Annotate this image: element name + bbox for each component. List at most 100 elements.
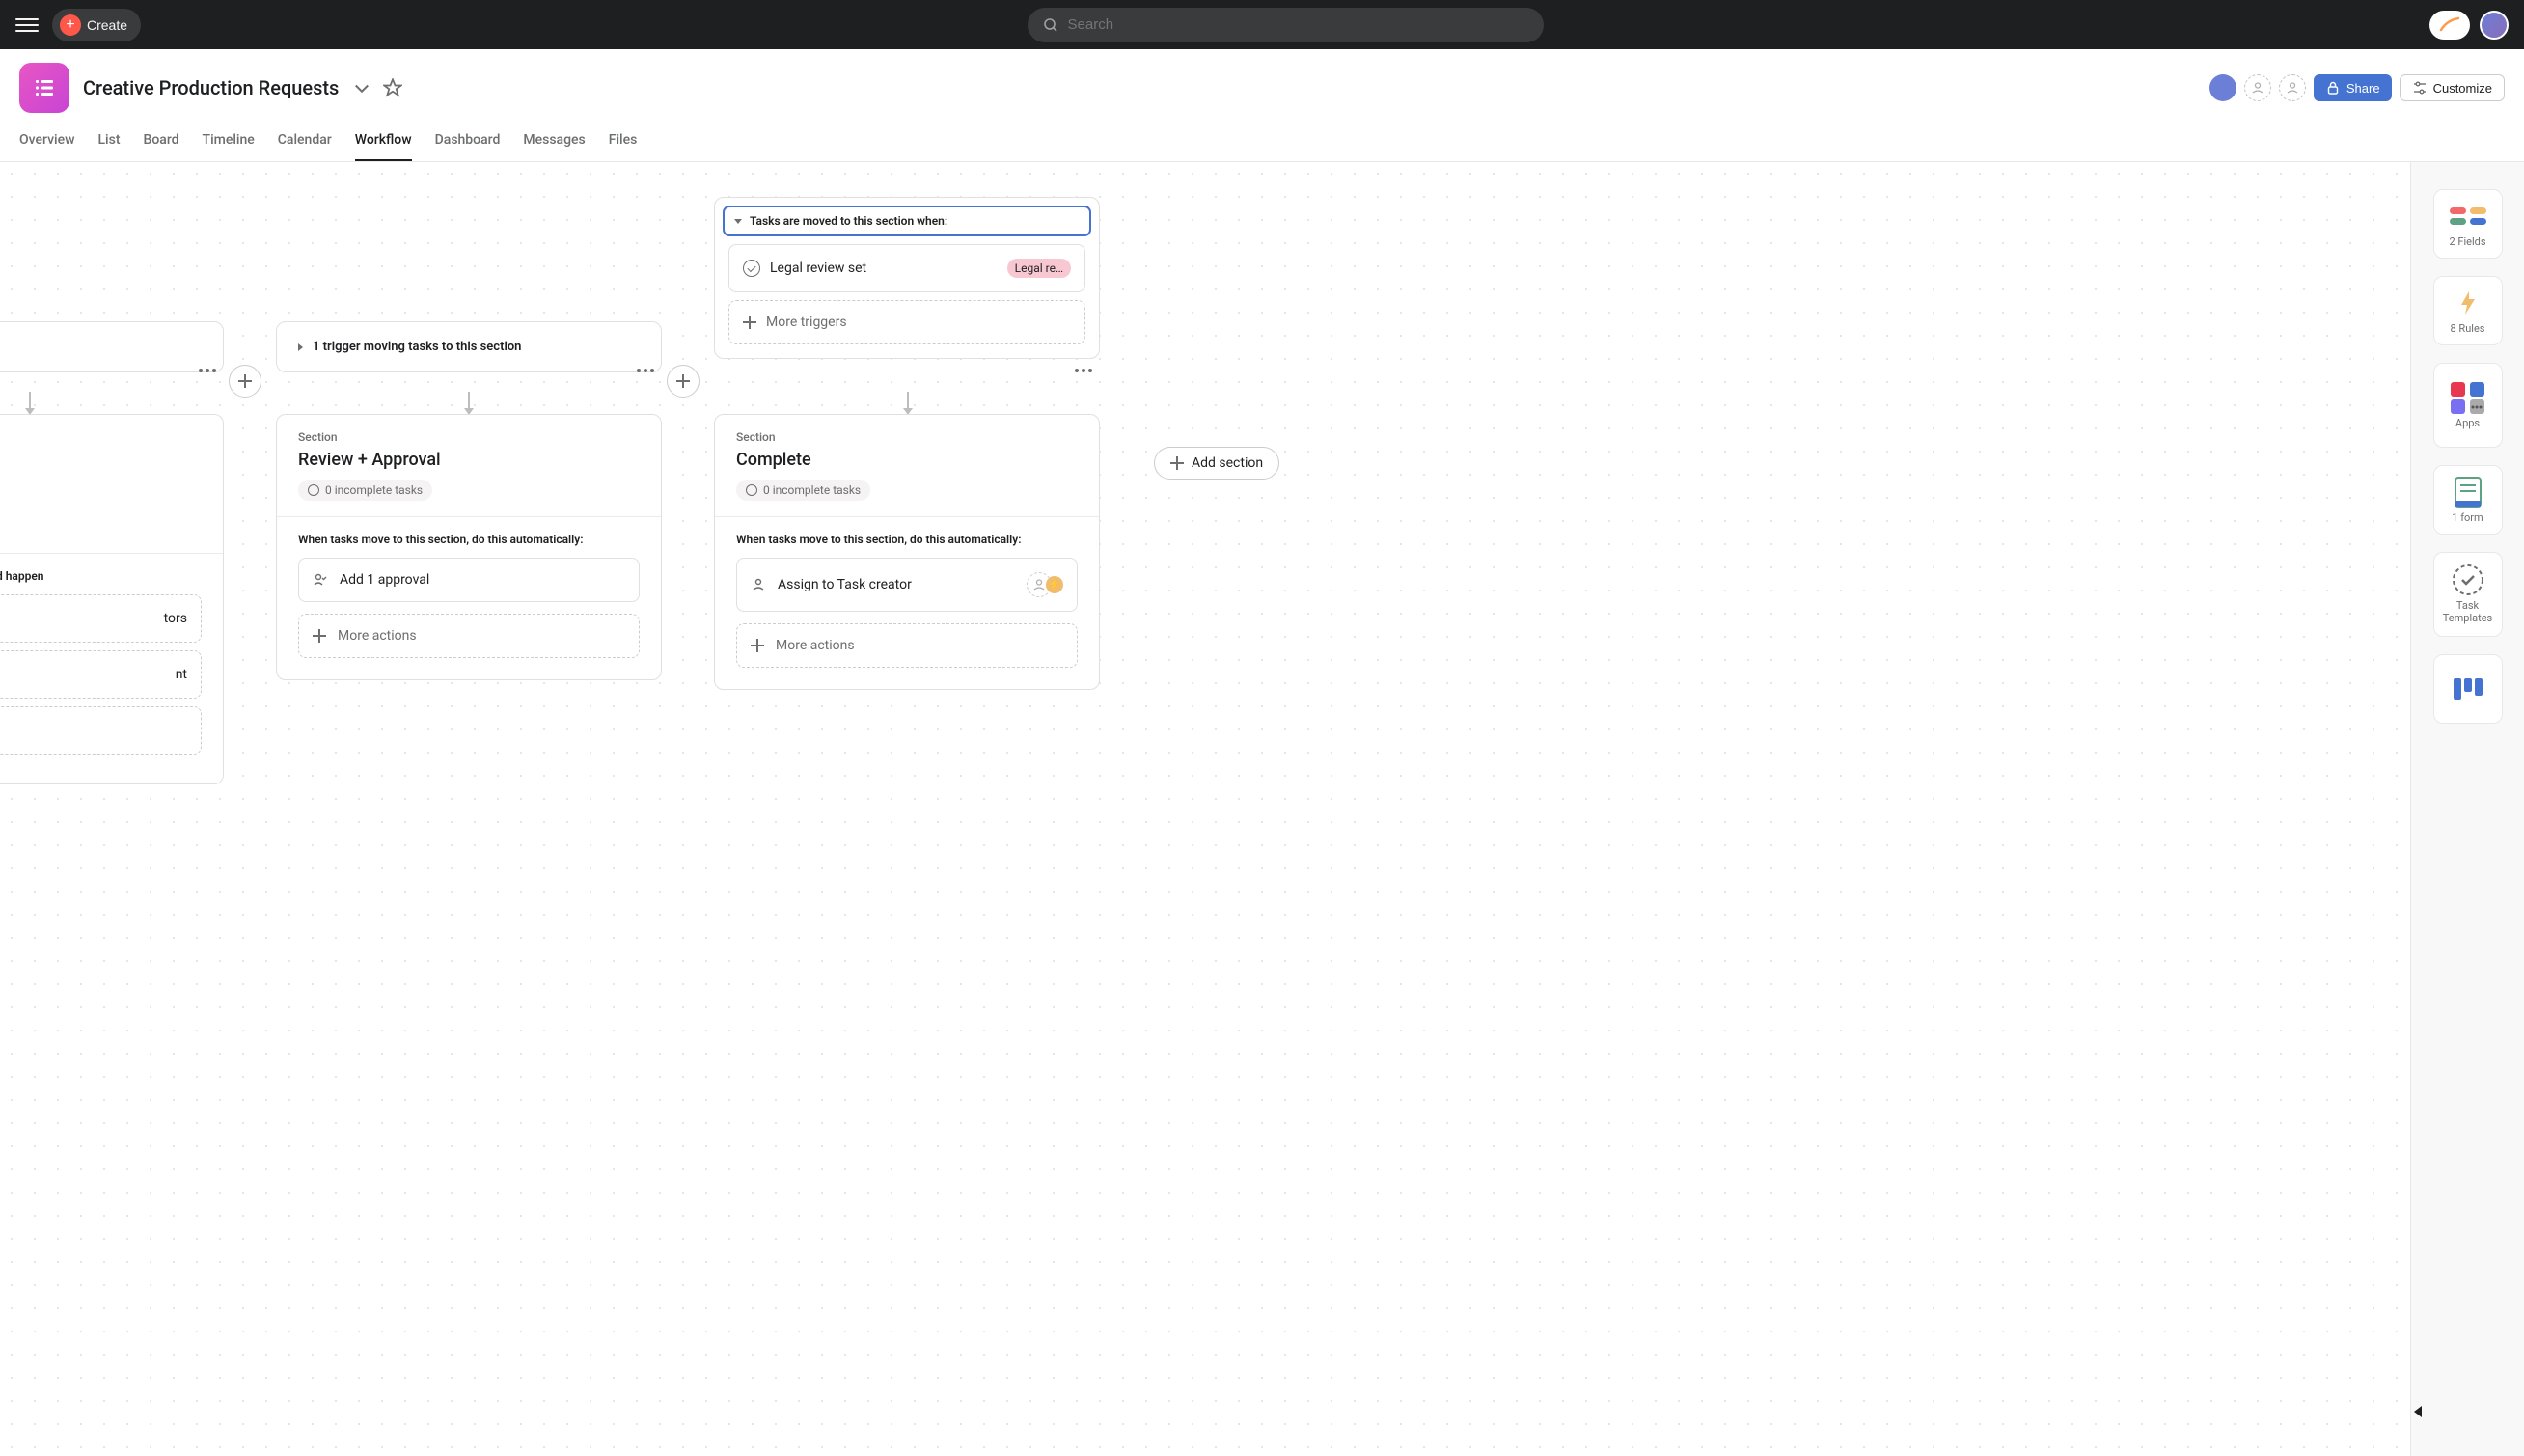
plus-icon: [1170, 456, 1184, 470]
plus-icon: [751, 639, 764, 652]
tab-workflow[interactable]: Workflow: [355, 123, 412, 161]
more-triggers-button[interactable]: More triggers: [728, 300, 1085, 344]
section-more-icon[interactable]: [1072, 369, 1095, 372]
list-icon: [32, 75, 57, 100]
chevron-right-icon: [298, 343, 303, 351]
create-label: Create: [87, 17, 127, 33]
fields-icon: [2450, 201, 2486, 232]
member-avatar[interactable]: [2209, 74, 2236, 101]
search-wrap: [154, 8, 2416, 42]
add-section-before-button[interactable]: [229, 365, 261, 398]
tab-calendar[interactable]: Calendar: [278, 123, 332, 161]
share-label: Share: [2346, 81, 2380, 96]
search-icon: [1043, 17, 1058, 33]
trigger-card-complete[interactable]: Tasks are moved to this section when: Le…: [714, 197, 1100, 359]
section-more-icon[interactable]: [196, 369, 219, 372]
when-text-partial: s section, what should happen: [0, 569, 202, 583]
tab-list[interactable]: List: [97, 123, 120, 161]
tab-timeline[interactable]: Timeline: [203, 123, 255, 161]
trigger-header-text: Tasks are moved to this section when:: [750, 214, 947, 228]
upgrade-pill[interactable]: [2429, 11, 2470, 40]
task-count-badge: 0 incomplete tasks: [298, 480, 432, 501]
check-circle-icon: [743, 260, 760, 277]
topbar-right: [2429, 11, 2509, 40]
project-tabs: Overview List Board Timeline Calendar Wo…: [19, 123, 2505, 161]
rail-fields[interactable]: 2 Fields: [2433, 189, 2503, 259]
tab-files[interactable]: Files: [609, 123, 638, 161]
rail-rules[interactable]: 8 Rules: [2433, 276, 2503, 345]
more-actions-label: More actions: [338, 628, 417, 644]
partial-row-1[interactable]: tors: [0, 594, 202, 643]
add-member-icon[interactable]: [2244, 74, 2271, 101]
user-avatar[interactable]: [2480, 11, 2509, 40]
customize-label: Customize: [2433, 81, 2492, 96]
star-icon[interactable]: [383, 78, 402, 97]
section-card-complete[interactable]: Section Complete 0 incomplete tasks When…: [714, 414, 1100, 690]
section-label: Section: [736, 430, 776, 444]
plus-icon: [313, 629, 326, 643]
rail-form[interactable]: 1 form: [2433, 465, 2503, 535]
trigger-header[interactable]: Tasks are moved to this section when:: [723, 206, 1091, 236]
section-title-complete: Complete: [715, 448, 1099, 480]
rail-apps-label: Apps: [2455, 417, 2480, 429]
arrow-icon: [29, 392, 31, 409]
project-title: Creative Production Requests: [83, 76, 339, 99]
incomplete-icon: [746, 484, 757, 496]
share-button[interactable]: Share: [2314, 74, 2392, 101]
add-section-before-button[interactable]: [667, 365, 700, 398]
lock-icon: [2325, 80, 2341, 96]
when-text: When tasks move to this section, do this…: [736, 533, 1078, 546]
rail-templates[interactable]: Task Templates: [2433, 552, 2503, 637]
partial-row-2[interactable]: nt: [0, 650, 202, 699]
rule-row[interactable]: Legal review set Legal re…: [728, 244, 1085, 292]
create-button[interactable]: + Create: [52, 9, 141, 41]
plus-icon: +: [60, 14, 81, 36]
more-actions-label: More actions: [776, 638, 855, 653]
add-member-icon-2[interactable]: [2279, 74, 2306, 101]
templates-icon: [2452, 564, 2484, 595]
rail-fields-label: 2 Fields: [2449, 235, 2485, 248]
person-icon: [751, 577, 766, 592]
add-section-button[interactable]: Add section: [1154, 447, 1279, 480]
person-icon: [2286, 81, 2299, 95]
tab-board[interactable]: Board: [143, 123, 178, 161]
sparkle-icon: [2439, 16, 2460, 34]
rail-extra[interactable]: [2433, 654, 2503, 724]
trigger-card-review[interactable]: 1 trigger moving tasks to this section: [276, 321, 662, 372]
rail-templates-label: Task Templates: [2438, 599, 2498, 624]
workflow-canvas[interactable]: asks to this section 1 trigger moving ta…: [0, 162, 2524, 1456]
chevron-down-icon[interactable]: [352, 78, 371, 97]
action-assign[interactable]: Assign to Task creator ⚡: [736, 558, 1078, 612]
trigger-mid-text: 1 trigger moving tasks to this section: [313, 340, 521, 354]
rail-rules-label: 8 Rules: [2451, 322, 2485, 335]
project-icon: [19, 63, 69, 113]
section-card-review[interactable]: Section Review + Approval 0 incomplete t…: [276, 414, 662, 680]
section-card-partial[interactable]: s s section, what should happen tors nt: [0, 414, 224, 784]
search-field[interactable]: [1028, 8, 1544, 42]
trigger-card-partial[interactable]: asks to this section: [0, 321, 224, 372]
partial-row-3[interactable]: [0, 706, 202, 755]
rail-form-label: 1 form: [2452, 511, 2483, 524]
tab-messages[interactable]: Messages: [523, 123, 585, 161]
apps-icon: [2449, 382, 2487, 413]
section-more-icon[interactable]: [634, 369, 657, 372]
menu-toggle[interactable]: [15, 14, 39, 37]
plus-icon: [238, 374, 252, 388]
bolt-icon: [2457, 288, 2479, 318]
task-count-badge: 0 incomplete tasks: [736, 480, 870, 501]
arrow-icon: [907, 392, 909, 409]
search-input[interactable]: [1068, 16, 1528, 33]
customize-button[interactable]: Customize: [2400, 74, 2505, 101]
tab-dashboard[interactable]: Dashboard: [435, 123, 501, 161]
collapse-rail-icon[interactable]: [2414, 1406, 2422, 1417]
arrow-icon: [468, 392, 470, 409]
action-approval[interactable]: Add 1 approval: [298, 558, 640, 602]
more-actions-button[interactable]: More actions: [298, 614, 640, 658]
rule-badge: Legal re…: [1007, 259, 1071, 278]
plus-icon: [676, 374, 690, 388]
more-actions-button[interactable]: More actions: [736, 623, 1078, 668]
right-rail: 2 Fields 8 Rules: [2410, 162, 2524, 1456]
section-title-partial: s: [0, 434, 223, 466]
rail-apps[interactable]: Apps: [2433, 363, 2503, 448]
tab-overview[interactable]: Overview: [19, 123, 74, 161]
